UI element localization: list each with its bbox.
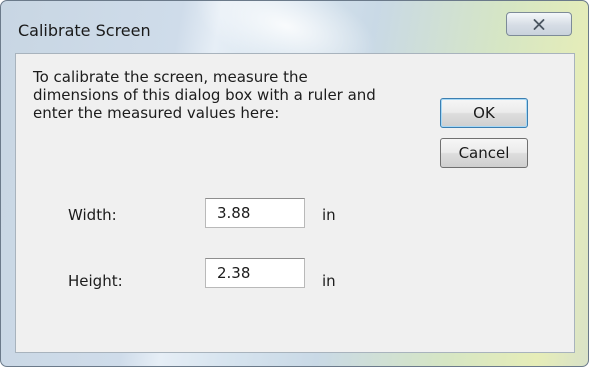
close-button[interactable]: [506, 12, 572, 36]
height-label: Height:: [68, 272, 123, 290]
width-input[interactable]: [205, 198, 305, 228]
dialog-client-area: To calibrate the screen, measure the dim…: [15, 53, 575, 353]
height-input[interactable]: [205, 258, 305, 288]
width-label: Width:: [68, 206, 117, 224]
width-unit: in: [322, 206, 336, 224]
calibrate-screen-window: Calibrate Screen To calibrate the screen…: [0, 0, 589, 367]
height-unit: in: [322, 272, 336, 290]
cancel-button[interactable]: Cancel: [440, 138, 528, 168]
title-bar[interactable]: Calibrate Screen: [1, 1, 588, 53]
instructions-text: To calibrate the screen, measure the dim…: [33, 68, 376, 122]
window-title: Calibrate Screen: [18, 21, 151, 40]
ok-button[interactable]: OK: [440, 98, 528, 128]
close-icon: [533, 18, 545, 30]
